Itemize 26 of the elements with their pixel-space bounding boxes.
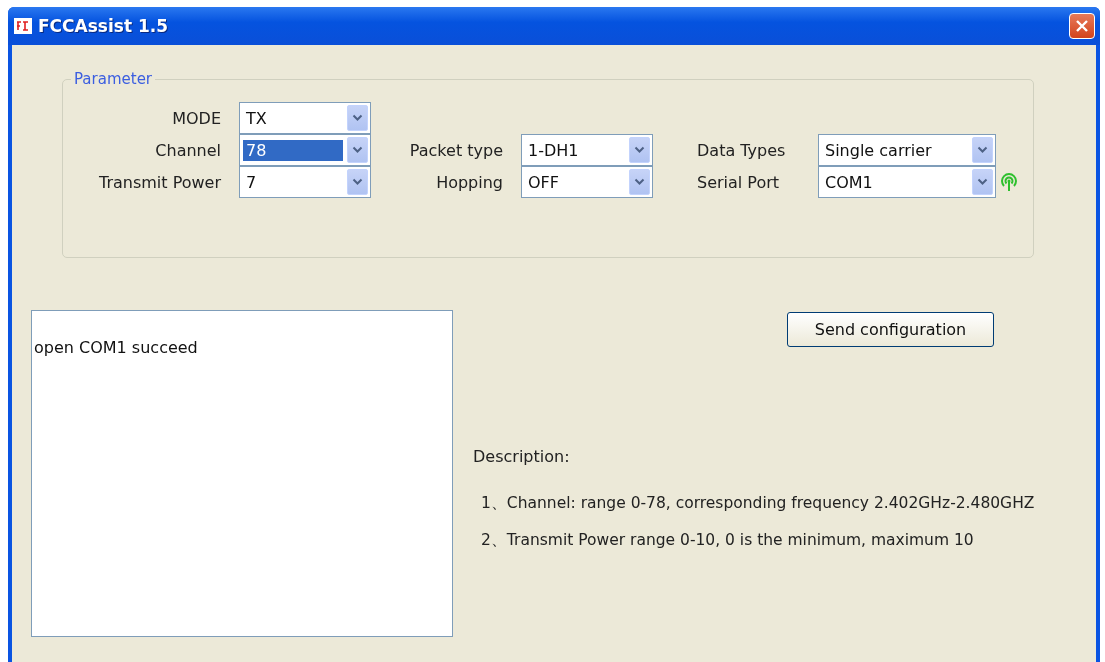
close-icon bbox=[1075, 19, 1089, 33]
close-button[interactable] bbox=[1069, 13, 1095, 39]
field-label: MODE bbox=[172, 108, 221, 128]
dropdown[interactable]: 1-DH1 bbox=[521, 134, 653, 166]
field-label: Data Types bbox=[697, 140, 786, 160]
field-label: Channel bbox=[155, 140, 221, 160]
field-label: Packet type bbox=[409, 140, 503, 160]
window-title: FCCAssist 1.5 bbox=[38, 16, 169, 36]
send-configuration-button[interactable]: Send configuration bbox=[787, 312, 994, 347]
field-label: Serial Port bbox=[697, 172, 780, 192]
dropdown[interactable]: Single carrier bbox=[818, 134, 996, 166]
signal-icon bbox=[998, 171, 1020, 193]
field-label: Hopping bbox=[436, 172, 503, 192]
dropdown[interactable]: 78 bbox=[239, 134, 371, 166]
field-label: Transmit Power bbox=[98, 172, 221, 192]
dropdown[interactable]: OFF bbox=[521, 166, 653, 198]
description-line: 2、Transmit Power range 0-10, 0 is the minimum, maximum 10 bbox=[481, 530, 975, 551]
dropdown[interactable]: TX bbox=[239, 102, 371, 134]
group-title: Parameter bbox=[73, 70, 154, 88]
description-title: Description: bbox=[473, 447, 571, 466]
log-text: open COM1 succeed bbox=[33, 338, 198, 357]
log-area[interactable]: open COM1 succeed bbox=[31, 310, 453, 637]
dropdown[interactable]: COM1 bbox=[818, 166, 996, 198]
app-logo-icon bbox=[14, 18, 32, 34]
description-line: 1、Channel: range 0-78, corresponding frequency 2.402GHz-2.480GHZ bbox=[481, 493, 1035, 514]
dropdown[interactable]: 7 bbox=[239, 166, 371, 198]
